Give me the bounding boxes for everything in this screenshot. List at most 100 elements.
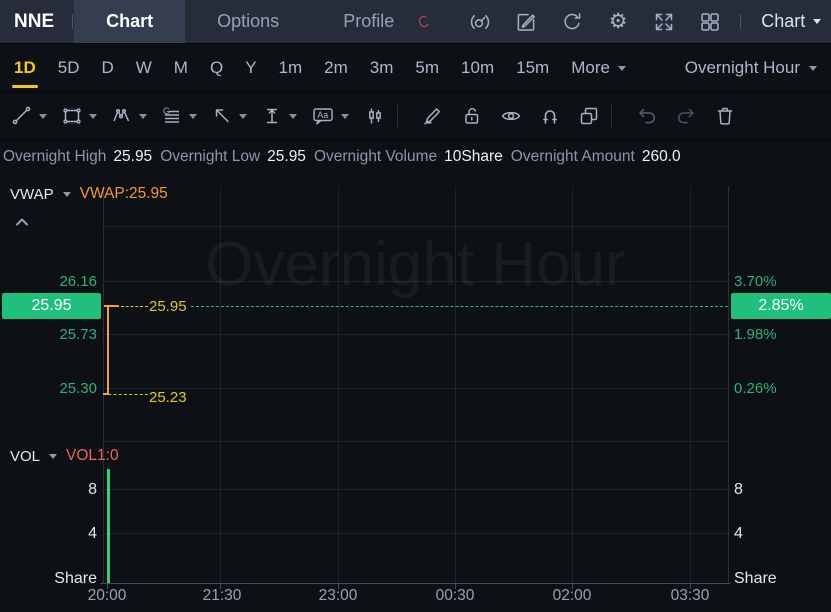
refresh-icon[interactable] [560, 10, 584, 34]
magnet-icon[interactable] [537, 103, 563, 129]
timeframe-q[interactable]: Q [210, 58, 223, 78]
divider [740, 14, 742, 29]
chevron-down-icon[interactable] [139, 113, 147, 119]
time-axis-label: 23:00 [318, 587, 358, 604]
vwap-indicator-row[interactable]: VWAP VWAP:25.95 [10, 185, 168, 203]
visibility-eye-icon[interactable] [498, 103, 524, 129]
brush-icon[interactable] [420, 103, 446, 129]
timeframe-more-dropdown[interactable]: More [571, 58, 626, 78]
price-axis-label: 25.73 [59, 326, 97, 343]
chevron-down-icon[interactable] [341, 113, 349, 119]
chevron-down-icon[interactable] [189, 113, 197, 119]
timeframe-d[interactable]: D [101, 58, 113, 78]
text-note-tool[interactable]: Aa [310, 104, 349, 128]
more-label: More [571, 58, 610, 77]
rectangle-icon [63, 108, 81, 124]
chevron-down-icon [617, 65, 626, 71]
gridline-h [103, 533, 728, 534]
price-range-tool[interactable] [260, 104, 297, 128]
time-axis-label: 00:30 [435, 587, 475, 604]
volume-axis-label: 8 [88, 481, 97, 498]
text-note-icon: Aa [313, 108, 333, 125]
candlestick-pattern-icon[interactable] [362, 103, 388, 129]
chevron-down-icon[interactable] [39, 113, 47, 119]
gridline-h [103, 489, 728, 490]
redo-icon[interactable] [673, 103, 699, 129]
shape-tool[interactable] [60, 104, 97, 128]
time-axis-label: 20:00 [87, 587, 127, 604]
trash-icon[interactable] [712, 103, 738, 129]
volume-axis-label: 4 [88, 525, 97, 542]
symbol-ticker[interactable]: NNE [14, 11, 54, 33]
divider [611, 105, 612, 127]
tab-chart[interactable]: Chart [74, 0, 186, 43]
gauge-icon[interactable] [468, 10, 492, 34]
timeframe-2m[interactable]: 2m [324, 58, 348, 78]
svg-text:G: G [163, 106, 170, 116]
high-line-label: 25.95 [149, 298, 187, 315]
timeframe-5m[interactable]: 5m [415, 58, 439, 78]
pct-axis-label: 3.70% [734, 273, 777, 290]
arrow-tool[interactable] [210, 104, 247, 128]
time-axis-line [100, 583, 730, 584]
timeframe-3m[interactable]: 3m [370, 58, 394, 78]
vwap-indicator-reading: VWAP:25.95 [79, 185, 168, 202]
chart-view-dropdown-label: Chart [761, 11, 806, 31]
price-line-vertical-segment [107, 306, 109, 395]
trend-line-tool[interactable] [10, 104, 47, 128]
plot-right-border [728, 186, 729, 583]
chevron-down-icon [809, 65, 817, 71]
timeframe-1d[interactable]: 1D [12, 58, 38, 88]
status-value: 25.95 [267, 148, 306, 165]
chart-view-dropdown[interactable]: Chart [761, 11, 822, 32]
timeframe-15m[interactable]: 15m [516, 58, 549, 78]
timeframe-y[interactable]: Y [245, 58, 256, 78]
status-value: 25.95 [113, 148, 153, 165]
vwap-indicator-name[interactable]: VWAP [10, 186, 54, 203]
unlock-icon[interactable] [459, 103, 485, 129]
layout-grid-icon[interactable] [698, 10, 722, 34]
chevron-down-icon [813, 19, 822, 24]
svg-text:Aa: Aa [317, 110, 328, 120]
chevron-down-icon[interactable] [289, 113, 297, 119]
timeframe-w[interactable]: W [136, 58, 152, 78]
wave-pattern-tool[interactable] [110, 104, 147, 128]
overnight-status-bar: Overnight High 25.95 Overnight Low 25.95… [0, 142, 831, 172]
timeframe-5d[interactable]: 5D [58, 58, 80, 78]
vol-indicator-reading: VOL1:0 [66, 447, 119, 464]
status-value: 260.0 [641, 148, 681, 165]
divider [397, 105, 398, 127]
pct-axis-label: 0.26% [734, 380, 777, 397]
timeframe-1m[interactable]: 1m [279, 58, 303, 78]
volume-indicator-row[interactable]: VOL VOL1:0 [10, 447, 119, 465]
collapse-panel-button[interactable] [13, 215, 31, 229]
chevron-down-icon[interactable] [49, 453, 58, 459]
chevron-down-icon[interactable] [62, 191, 71, 197]
timeframe-10m[interactable]: 10m [461, 58, 494, 78]
session-watermark: Overnight Hour [205, 230, 626, 299]
chevron-down-icon[interactable] [239, 113, 247, 119]
high-dashed-line [116, 306, 148, 307]
gann-lines-tool[interactable]: G [160, 104, 197, 128]
timeframe-m[interactable]: M [174, 58, 188, 78]
session-label: Overnight Hour [684, 58, 800, 77]
clone-icon[interactable] [576, 103, 602, 129]
status-label: Overnight Volume [313, 148, 438, 165]
chart-canvas[interactable]: Overnight Hour VWAP VWAP:25.95 26.16 25.… [0, 172, 831, 612]
vol-indicator-name[interactable]: VOL [10, 448, 40, 465]
settings-gear-icon[interactable]: ⚙ [606, 10, 630, 34]
price-axis-label: 26.16 [59, 273, 97, 290]
tab-profile[interactable]: Profile [311, 0, 426, 43]
gann-lines-icon: G [163, 106, 179, 123]
session-dropdown[interactable]: Overnight Hour [685, 58, 817, 78]
chevron-down-icon[interactable] [89, 113, 97, 119]
fullscreen-icon[interactable] [652, 10, 676, 34]
volume-bar [107, 469, 110, 583]
tab-options[interactable]: Options [185, 0, 311, 43]
undo-icon[interactable] [634, 103, 660, 129]
price-axis-label: 25.30 [59, 380, 97, 397]
panel-divider [103, 441, 728, 442]
annotate-icon[interactable] [514, 10, 538, 34]
status-label: Overnight Amount [510, 148, 635, 165]
top-bar: NNE Chart Options Profile ⚙ Chart [0, 0, 831, 44]
